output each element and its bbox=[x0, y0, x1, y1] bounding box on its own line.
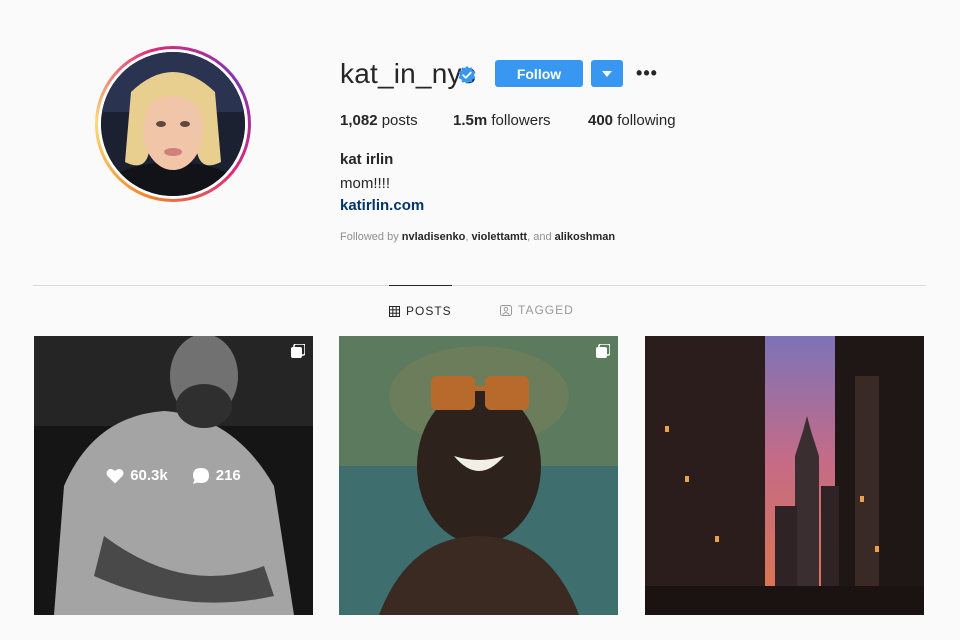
tab-tagged-label: TAGGED bbox=[518, 303, 574, 317]
followed-by-user: nvladisenko bbox=[401, 231, 466, 243]
more-options-button[interactable]: ••• bbox=[636, 62, 658, 84]
comment-icon bbox=[192, 467, 209, 484]
posts-count: 1,082 bbox=[340, 112, 378, 129]
tab-posts-label: POSTS bbox=[406, 304, 452, 318]
followed-by-user: alikoshman bbox=[554, 231, 616, 243]
post-thumbnail[interactable] bbox=[339, 336, 618, 615]
followed-by[interactable]: Followed by nvladisenko, violettamtt, an… bbox=[340, 231, 615, 243]
followed-by-separator: , bbox=[465, 231, 469, 243]
followed-by-prefix: Followed by bbox=[340, 231, 399, 243]
tab-tagged[interactable]: TAGGED bbox=[500, 285, 574, 335]
post-thumbnail[interactable] bbox=[645, 336, 924, 615]
tabs-divider bbox=[33, 285, 926, 286]
verified-badge-icon bbox=[458, 66, 476, 84]
likes-metric: 60.3k bbox=[106, 467, 168, 484]
suggested-accounts-button[interactable] bbox=[591, 60, 623, 87]
avatar[interactable] bbox=[101, 52, 245, 196]
followed-by-separator: , and bbox=[527, 231, 552, 243]
post-thumbnail[interactable]: 60.3k 216 bbox=[34, 336, 313, 615]
following-stat[interactable]: 400 following bbox=[588, 112, 676, 129]
followers-label: followers bbox=[491, 112, 551, 129]
grid-icon bbox=[389, 305, 400, 317]
post-photo bbox=[645, 336, 924, 615]
following-label: following bbox=[617, 112, 676, 129]
comments-metric: 216 bbox=[192, 467, 241, 485]
followers-count: 1.5m bbox=[453, 112, 488, 129]
tab-posts[interactable]: POSTS bbox=[389, 285, 452, 336]
post-hover-overlay: 60.3k 216 bbox=[34, 336, 313, 615]
profile-username: kat_in_nyc bbox=[340, 58, 476, 89]
posts-stat: 1,082 posts bbox=[340, 112, 418, 129]
posts-label: posts bbox=[381, 112, 418, 129]
following-count: 400 bbox=[588, 112, 614, 129]
followed-by-user: violettamtt bbox=[471, 231, 528, 243]
heart-icon bbox=[106, 468, 124, 483]
comments-count: 216 bbox=[215, 467, 241, 484]
profile-bio: mom!!!! bbox=[340, 175, 391, 192]
profile-website-link[interactable]: katirlin.com bbox=[340, 197, 424, 214]
followers-stat[interactable]: 1.5m followers bbox=[453, 112, 551, 129]
post-photo bbox=[339, 336, 618, 615]
story-ring[interactable] bbox=[95, 46, 251, 202]
multiple-photos-icon bbox=[596, 344, 610, 358]
tagged-icon bbox=[500, 304, 512, 316]
avatar-photo bbox=[101, 52, 245, 196]
profile-full-name: kat irlin bbox=[340, 151, 394, 168]
likes-count: 60.3k bbox=[130, 467, 168, 484]
caret-down-icon bbox=[602, 70, 612, 77]
follow-button[interactable]: Follow bbox=[495, 60, 583, 87]
multiple-photos-icon bbox=[291, 344, 305, 358]
